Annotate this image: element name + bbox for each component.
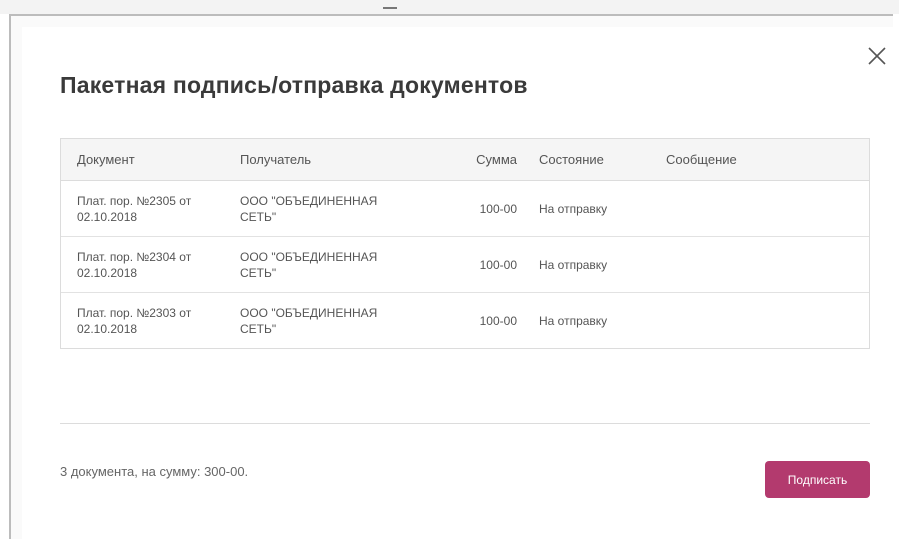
footer-divider (60, 423, 870, 424)
document-cell: Плат. пор. №2303 от 02.10.2018 (77, 306, 192, 336)
column-header-recipient: Получатель (240, 152, 312, 167)
documents-summary: 3 документа, на сумму: 300-00. (60, 464, 249, 479)
amount-cell: 100-00 (479, 202, 517, 216)
sign-button[interactable]: Подписать (765, 461, 870, 498)
column-header-status: Состояние (539, 152, 604, 167)
column-header-document: Документ (77, 152, 135, 167)
documents-table: Документ Получатель Сумма Состояние Сооб… (60, 138, 870, 349)
column-header-message: Сообщение (666, 152, 737, 167)
recipient-cell: ООО "ОБЪЕДИНЕННАЯ СЕТЬ" (240, 306, 378, 336)
recipient-cell: ООО "ОБЪЕДИНЕННАЯ СЕТЬ" (240, 250, 378, 280)
status-cell: На отправку (539, 202, 608, 216)
table-row[interactable]: Плат. пор. №2304 от 02.10.2018 ООО "ОБЪЕ… (61, 237, 869, 293)
table-row[interactable]: Плат. пор. №2303 от 02.10.2018 ООО "ОБЪЕ… (61, 293, 869, 349)
table-row[interactable]: Плат. пор. №2305 от 02.10.2018 ООО "ОБЪЕ… (61, 181, 869, 237)
close-icon[interactable] (866, 45, 888, 67)
amount-cell: 100-00 (479, 314, 517, 328)
table-header: Документ Получатель Сумма Состояние Сооб… (61, 139, 869, 181)
document-cell: Плат. пор. №2304 от 02.10.2018 (77, 250, 192, 280)
document-cell: Плат. пор. №2305 от 02.10.2018 (77, 194, 192, 224)
background-underscore-mark (383, 0, 397, 9)
status-cell: На отправку (539, 314, 608, 328)
background-window (0, 0, 899, 14)
amount-cell: 100-00 (479, 258, 517, 272)
recipient-cell: ООО "ОБЪЕДИНЕННАЯ СЕТЬ" (240, 194, 378, 224)
column-header-amount: Сумма (476, 152, 517, 167)
status-cell: На отправку (539, 258, 608, 272)
modal-title: Пакетная подпись/отправка документов (60, 72, 528, 98)
